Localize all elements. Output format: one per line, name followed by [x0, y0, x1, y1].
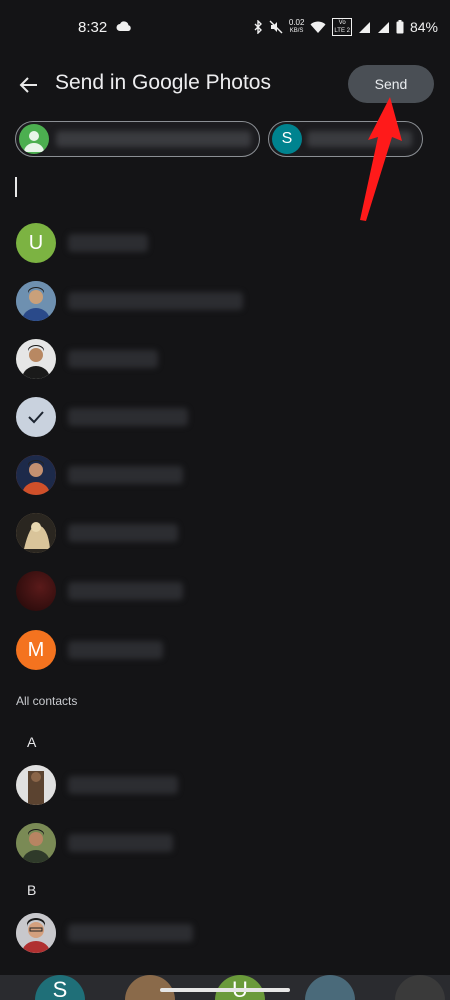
- status-bar: 8:32 0.02 KB/S Vo LTE 2 84%: [0, 0, 450, 56]
- avatar: [16, 397, 56, 437]
- avatar[interactable]: [305, 975, 355, 1000]
- contact-name-redacted: [68, 524, 178, 542]
- profile-photo: [16, 339, 56, 379]
- avatar: [16, 823, 56, 863]
- cloud-icon: [116, 21, 131, 31]
- check-icon: [28, 411, 44, 424]
- page-title: Send in Google Photos: [55, 71, 271, 94]
- battery-percent: 84%: [409, 19, 438, 35]
- profile-photo: [16, 765, 56, 805]
- profile-photo: [16, 913, 56, 953]
- avatar-letter: U: [28, 231, 44, 254]
- list-item[interactable]: [0, 913, 450, 969]
- avatar: [16, 281, 56, 321]
- avatar: [16, 913, 56, 953]
- contact-name-redacted: [68, 641, 163, 659]
- avatar-letter: S: [281, 130, 293, 147]
- avatar: [16, 513, 56, 553]
- search-input[interactable]: [15, 177, 17, 197]
- avatar: [16, 765, 56, 805]
- list-item[interactable]: [0, 571, 450, 627]
- contact-name-redacted: [68, 466, 183, 484]
- contact-name-redacted: [68, 292, 243, 310]
- alpha-index-letter: A: [27, 734, 37, 750]
- avatar-letter: M: [27, 638, 45, 661]
- net-speed-unit: KB/S: [289, 28, 304, 34]
- net-speed-value: 0.02: [288, 18, 305, 27]
- list-item[interactable]: [0, 765, 450, 821]
- person-icon: [24, 131, 44, 152]
- section-header: All contacts: [16, 694, 78, 708]
- contact-name-redacted: [68, 834, 173, 852]
- avatar: U: [16, 223, 56, 263]
- avatar-letter: S: [52, 977, 68, 1000]
- list-item[interactable]: [0, 281, 450, 337]
- contact-name-redacted: [68, 582, 183, 600]
- profile-photo: [16, 281, 56, 321]
- signal-icon-2: [377, 21, 389, 33]
- profile-photo: [16, 513, 56, 553]
- bluetooth-icon: [254, 20, 262, 34]
- avatar: [16, 339, 56, 379]
- avatar[interactable]: [395, 975, 445, 1000]
- lte-text: LTE 2: [334, 28, 350, 34]
- list-item[interactable]: [0, 397, 450, 453]
- contact-name-redacted: [68, 776, 178, 794]
- avatar: [16, 571, 56, 611]
- battery-icon: [396, 20, 404, 34]
- list-item[interactable]: [0, 455, 450, 511]
- wifi-icon: [310, 21, 326, 33]
- list-item[interactable]: [0, 513, 450, 569]
- status-time: 8:32: [78, 19, 108, 36]
- profile-photo: [16, 455, 56, 495]
- mute-icon: [269, 20, 283, 34]
- contact-name-redacted: [68, 408, 188, 426]
- list-item[interactable]: [0, 339, 450, 395]
- avatar: M: [16, 630, 56, 670]
- vo-text: Vo: [338, 20, 346, 26]
- chip-name-redacted: [56, 131, 251, 147]
- contact-name-redacted: [68, 924, 193, 942]
- recipient-chip[interactable]: [15, 121, 260, 157]
- contact-name-redacted: [68, 350, 158, 368]
- list-item[interactable]: U: [0, 223, 450, 279]
- alpha-index-letter: B: [27, 882, 37, 898]
- annotation-arrow: [360, 97, 402, 221]
- volte-badge: Vo LTE 2: [332, 18, 352, 36]
- list-item[interactable]: [0, 823, 450, 879]
- avatar[interactable]: S: [35, 975, 85, 1000]
- signal-icon: [358, 21, 370, 33]
- profile-photo: [16, 823, 56, 863]
- back-arrow-icon[interactable]: [14, 70, 44, 100]
- contact-name-redacted: [68, 234, 148, 252]
- avatar: [19, 124, 49, 154]
- list-item[interactable]: M: [0, 630, 450, 686]
- avatar: [16, 455, 56, 495]
- network-speed: 0.02 KB/S: [289, 19, 305, 35]
- avatar: S: [272, 124, 302, 154]
- home-indicator[interactable]: [160, 988, 290, 992]
- status-icons: 0.02 KB/S Vo LTE 2 84%: [253, 18, 438, 36]
